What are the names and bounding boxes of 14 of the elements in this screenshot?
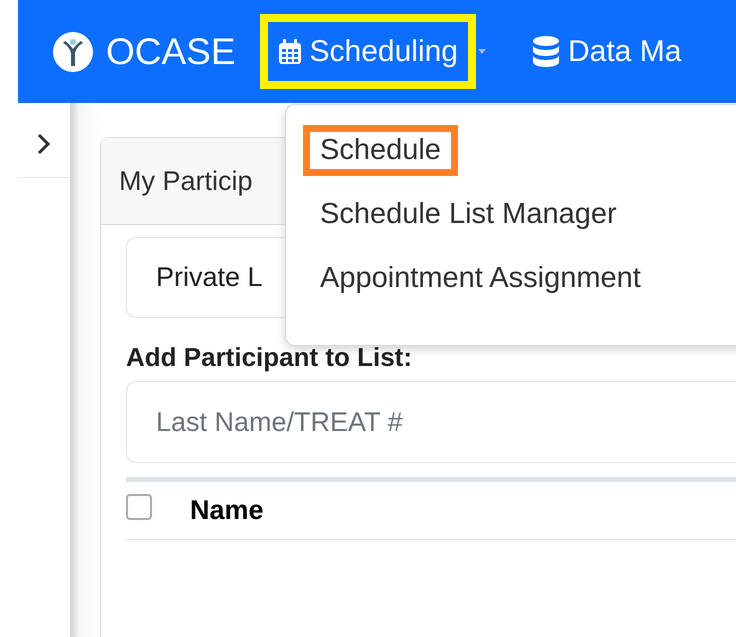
select-all-checkbox[interactable] (126, 494, 152, 520)
logo-icon (52, 30, 94, 72)
app-title: OCASE (106, 30, 236, 72)
dropdown-menu-item[interactable]: Schedule List Manager (303, 189, 634, 240)
chevron-right-icon[interactable] (37, 133, 51, 155)
dropdown-menu-item[interactable]: Appointment Assignment (303, 253, 658, 304)
calendar-icon (278, 38, 302, 64)
column-header: Name (190, 495, 264, 526)
search-field[interactable]: Last Name/TREAT # (126, 381, 736, 463)
nav-menu-item[interactable]: Scheduling (260, 14, 476, 89)
card-tab[interactable]: My Particip (119, 166, 253, 196)
field-label: Add Participant to List: (126, 342, 413, 373)
dropdown-menu-item[interactable]: Schedule (303, 125, 458, 176)
database-icon (532, 36, 560, 68)
